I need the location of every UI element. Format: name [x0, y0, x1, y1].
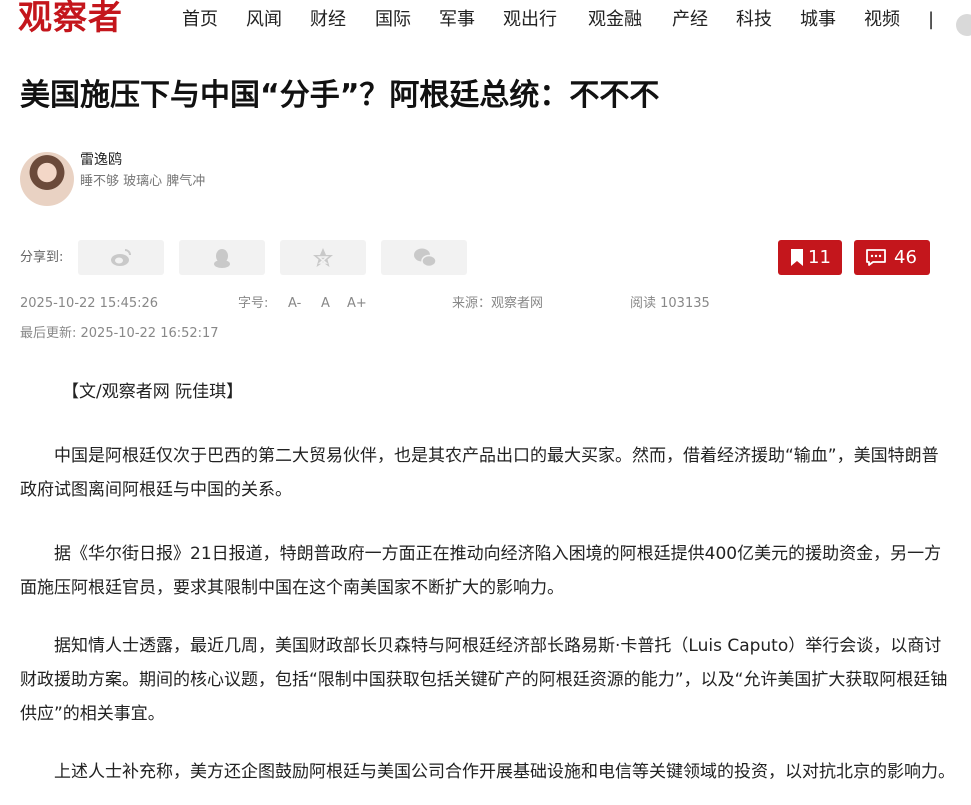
nav-separator: | [928, 9, 935, 30]
bookmark-button[interactable]: 11 [778, 240, 842, 275]
font-size-increase-button[interactable]: A+ [347, 295, 367, 313]
article-paragraph: 据知情人士透露，最近几周，美国财政部长贝森特与阿根廷经济部长路易斯·卡普托（Lu… [20, 636, 948, 724]
nav-item-tech[interactable]: 科技 [736, 6, 772, 34]
nav-item-finance[interactable]: 财经 [310, 6, 346, 34]
font-size-decrease-button[interactable]: A- [288, 295, 301, 313]
nav-item-home[interactable]: 首页 [182, 6, 218, 34]
last-updated: 最后更新: 2025-10-22 16:52:17 [20, 326, 219, 341]
wechat-icon [414, 248, 437, 268]
qzone-icon [313, 248, 333, 267]
article-byline: 【文/观察者网 阮佳琪】 [62, 382, 244, 402]
author-name[interactable]: 雷逸鸥 [80, 151, 122, 169]
article-page: 观察者 首页 风闻 财经 国际 军事 观出行 观金融 产经 科技 城事 视频 |… [0, 0, 971, 805]
publish-time: 2025-10-22 15:45:26 [20, 296, 159, 311]
article-paragraph: 中国是阿根廷仅次于巴西的第二大贸易伙伴，也是其农产品出口的最大买家。然而，借着经… [20, 446, 939, 500]
nav-item-city[interactable]: 城事 [800, 6, 836, 34]
nav-item-travel[interactable]: 观出行 [503, 6, 557, 34]
share-wechat-button[interactable] [381, 240, 467, 275]
article-title: 美国施压下与中国“分手”？阿根廷总统：不不不 [20, 78, 660, 113]
author-avatar[interactable] [20, 152, 74, 206]
bookmark-count: 11 [808, 247, 831, 268]
nav-item-video[interactable]: 视频 [864, 6, 900, 34]
nav-item-military[interactable]: 军事 [439, 6, 475, 34]
qq-icon [214, 249, 230, 268]
user-avatar-icon[interactable] [956, 14, 971, 36]
share-qzone-button[interactable] [280, 240, 366, 275]
font-size-label: 字号: [238, 296, 269, 311]
top-nav: 观察者 首页 风闻 财经 国际 军事 观出行 观金融 产经 科技 城事 视频 | [0, 0, 971, 40]
nav-item-international[interactable]: 国际 [375, 6, 411, 34]
site-logo[interactable]: 观察者 [18, 0, 123, 40]
comment-button[interactable]: 46 [854, 240, 930, 275]
article-paragraph: 上述人士补充称，美方还企图鼓励阿根廷与美国公司合作开展基础设施和电信等关键领域的… [54, 762, 955, 782]
font-size-default-button[interactable]: A [321, 295, 330, 313]
comment-count: 46 [894, 247, 917, 268]
author-bio: 睡不够 玻璃心 脾气冲 [80, 174, 206, 189]
nav-item-fintech[interactable]: 观金融 [588, 6, 642, 34]
read-count: 阅读 103135 [630, 296, 710, 311]
bookmark-icon [791, 249, 803, 266]
weibo-icon [111, 249, 131, 266]
share-weibo-button[interactable] [78, 240, 164, 275]
article-paragraph: 据《华尔街日报》21日报道，特朗普政府一方面正在推动向经济陷入困境的阿根廷提供4… [20, 544, 942, 598]
comment-icon [866, 249, 886, 266]
article-source: 来源：观察者网 [452, 296, 544, 311]
nav-item-industry[interactable]: 产经 [672, 6, 708, 34]
share-label: 分享到: [20, 250, 64, 265]
share-qq-button[interactable] [179, 240, 265, 275]
nav-item-fengwen[interactable]: 风闻 [246, 6, 282, 34]
